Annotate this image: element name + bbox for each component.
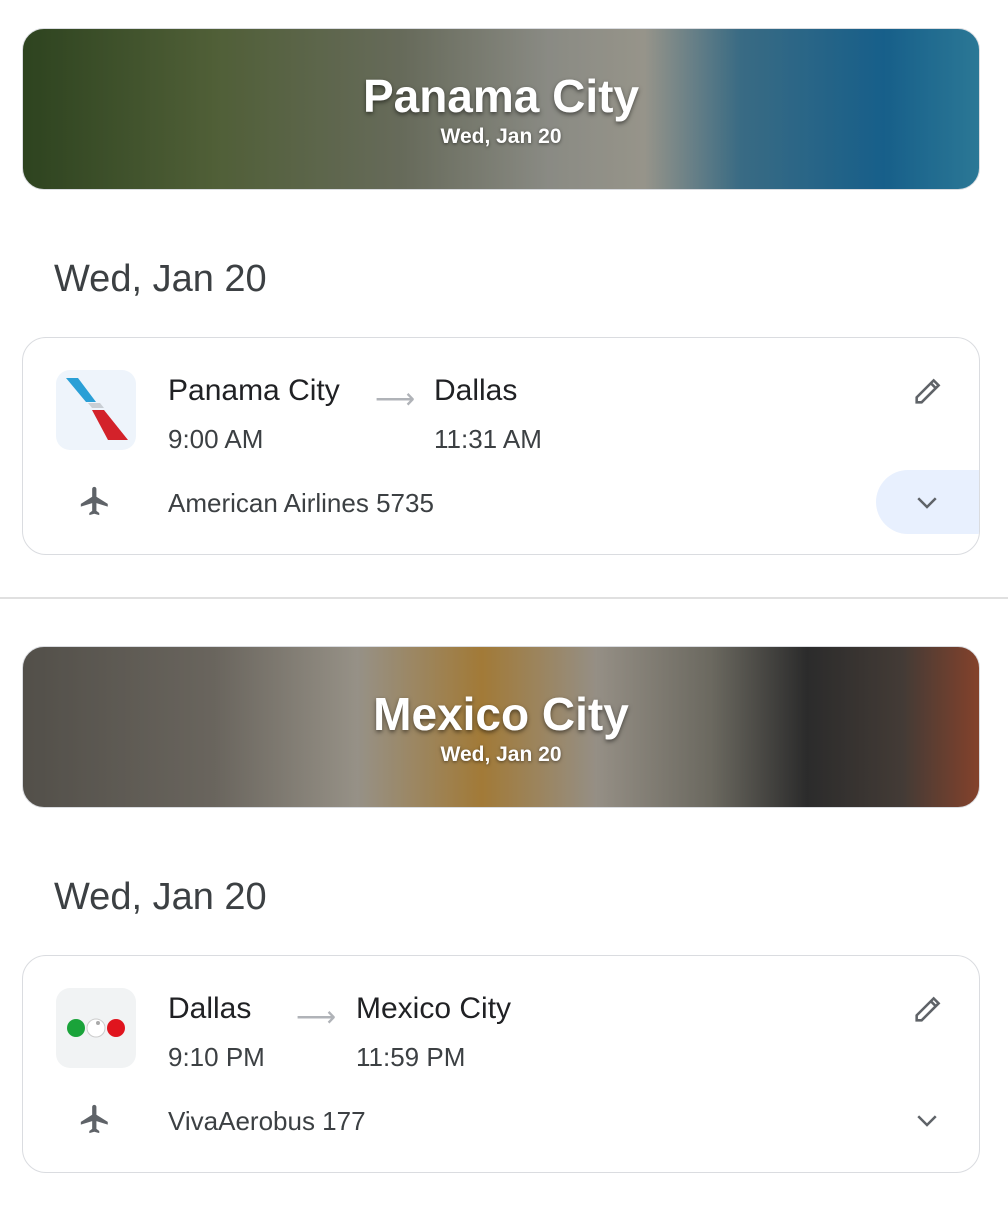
- flight-card[interactable]: Panama City ⟶ Dallas 9:00 AM 11:31 AM Am…: [22, 337, 980, 555]
- american-airlines-logo: [56, 370, 136, 450]
- hero-date: Wed, Jan 20: [440, 125, 562, 148]
- arrival-time: 11:59 PM: [356, 1042, 466, 1072]
- pencil-icon[interactable]: [911, 374, 945, 408]
- date-heading: Wed, Jan 20: [54, 876, 267, 918]
- destination-hero-panama-city[interactable]: Panama City Wed, Jan 20: [22, 28, 980, 190]
- arrival-time: 11:31 AM: [434, 424, 542, 454]
- expand-button[interactable]: [876, 470, 979, 534]
- airline-flight-number: American Airlines 5735: [168, 488, 434, 518]
- destination-city: Mexico City: [356, 992, 512, 1025]
- chevron-down-icon: [917, 497, 937, 509]
- date-heading: Wed, Jan 20: [54, 258, 267, 300]
- hero-city: Mexico City: [373, 688, 629, 740]
- arrow-right-icon: ⟶: [296, 1001, 337, 1032]
- vivaaerobus-logo: [56, 988, 136, 1068]
- divider: [0, 597, 1008, 599]
- destination-city: Dallas: [434, 374, 518, 407]
- airline-flight-number: VivaAerobus 177: [168, 1106, 366, 1136]
- arrow-right-icon: ⟶: [375, 383, 416, 414]
- hero-city: Panama City: [362, 70, 640, 122]
- origin-city: Panama City: [168, 374, 340, 407]
- chevron-down-icon: [917, 1115, 937, 1127]
- expand-button[interactable]: [876, 1088, 979, 1152]
- hero-date: Wed, Jan 20: [440, 743, 562, 766]
- airplane-icon: [80, 1104, 108, 1134]
- airplane-icon: [80, 486, 108, 516]
- departure-time: 9:10 PM: [168, 1042, 265, 1072]
- flight-card[interactable]: Dallas ⟶ Mexico City 9:10 PM 11:59 PM Vi…: [22, 955, 980, 1173]
- pencil-icon[interactable]: [911, 992, 945, 1026]
- departure-time: 9:00 AM: [168, 424, 264, 454]
- origin-city: Dallas: [168, 992, 252, 1025]
- destination-hero-mexico-city[interactable]: Mexico City Wed, Jan 20: [22, 646, 980, 808]
